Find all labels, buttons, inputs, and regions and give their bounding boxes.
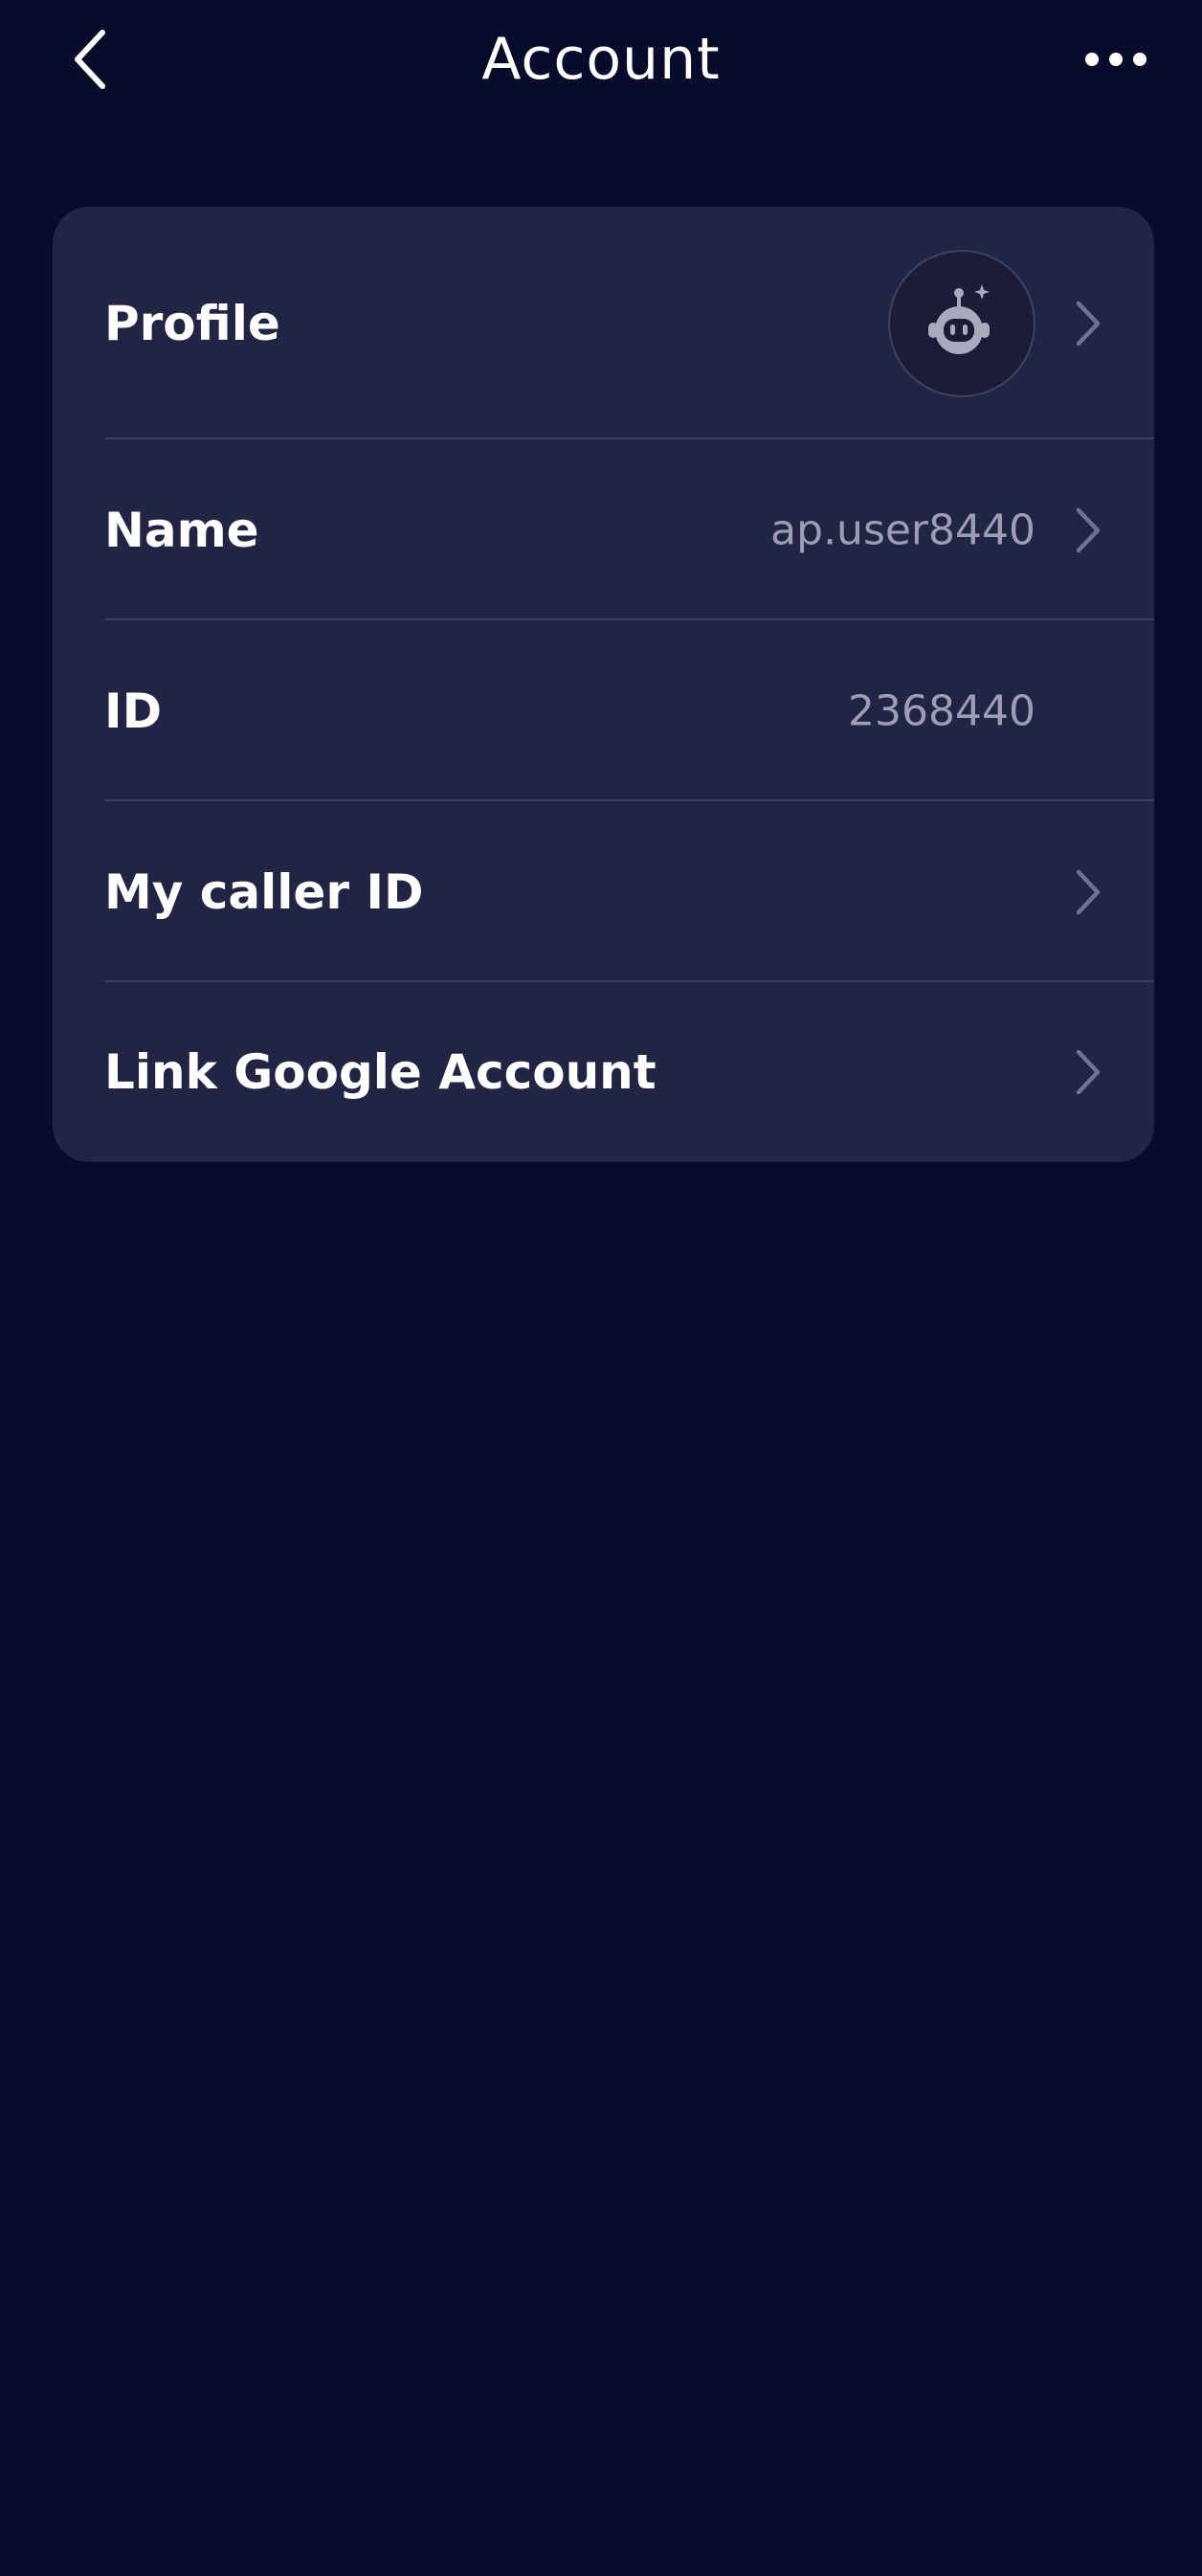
chevron-right-icon — [1068, 297, 1106, 350]
link-google-account-label: Link Google Account — [104, 1044, 657, 1100]
page-title: Account — [481, 26, 721, 93]
name-row[interactable]: Name ap.user8440 — [53, 439, 1154, 620]
robot-avatar-icon — [928, 283, 990, 354]
more-options-button[interactable] — [1078, 26, 1154, 93]
profile-label: Profile — [104, 295, 280, 351]
profile-row[interactable]: Profile — [53, 207, 1154, 439]
account-screen: Account Profile Name ap.user8440 ID 2368… — [0, 0, 1202, 2576]
id-row: ID 2368440 — [53, 620, 1154, 801]
chevron-right-icon — [1068, 1045, 1106, 1099]
id-label: ID — [104, 683, 163, 739]
account-settings-card: Profile Name ap.user8440 ID 2368440 My c… — [53, 207, 1154, 1162]
caller-id-label: My caller ID — [104, 863, 424, 920]
name-value: ap.user8440 — [770, 505, 1035, 554]
chevron-right-icon — [1068, 504, 1106, 557]
chevron-right-icon — [1068, 865, 1106, 919]
more-horizontal-icon — [1085, 53, 1146, 66]
top-bar: Account — [0, 0, 1202, 124]
caller-id-row[interactable]: My caller ID — [53, 801, 1154, 982]
name-label: Name — [104, 502, 259, 558]
link-google-account-row[interactable]: Link Google Account — [53, 982, 1154, 1162]
id-value: 2368440 — [848, 686, 1035, 735]
avatar[interactable] — [888, 249, 1035, 397]
